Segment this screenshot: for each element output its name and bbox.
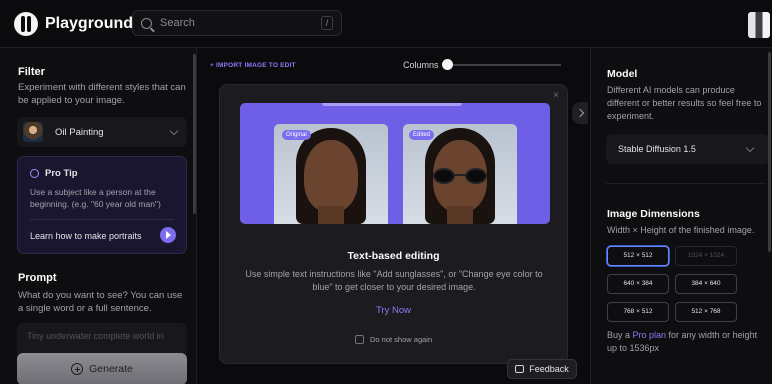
search-input[interactable]: Search / <box>132 10 342 36</box>
pro-tip-title: Pro Tip <box>45 168 78 179</box>
edited-badge: Edited <box>409 130 435 140</box>
buy-pro-text: Buy a Pro plan for any width or height u… <box>607 329 767 355</box>
pro-tip-text: Use a subject like a person at the begin… <box>30 187 161 209</box>
filter-select[interactable]: Oil Painting <box>17 117 187 147</box>
app-name: Playground <box>45 15 134 32</box>
lens-left <box>433 168 455 184</box>
lightbulb-icon <box>30 169 39 178</box>
dimensions-title: Image Dimensions <box>607 208 700 220</box>
try-now-button[interactable]: Try Now <box>220 305 567 316</box>
dimension-option-512x768[interactable]: 512 × 768 <box>675 302 737 322</box>
pro-tip-card: Pro Tip Use a subject like a person at t… <box>17 156 187 254</box>
search-shortcut-key: / <box>321 16 333 30</box>
dimension-option-384x640[interactable]: 384 × 640 <box>675 274 737 294</box>
edited-photo: Edited <box>403 124 517 224</box>
avatar[interactable] <box>748 12 770 38</box>
plus-circle-icon <box>71 363 84 375</box>
import-image-link[interactable]: + IMPORT IMAGE TO EDIT <box>210 62 296 69</box>
columns-label: Columns <box>403 60 439 70</box>
prompt-description: What do you want to see? You can use a s… <box>18 290 183 314</box>
pro-plan-link[interactable]: Pro plan <box>633 330 667 340</box>
text-editing-modal: × Original Edited Text-based editing Use… <box>219 84 568 364</box>
columns-slider-handle[interactable] <box>442 59 453 70</box>
divider <box>606 183 766 184</box>
filter-title: Filter <box>18 66 45 78</box>
prompt-input[interactable]: Tiny underwater complete world in <box>17 323 187 357</box>
lens-right <box>465 168 487 184</box>
feedback-button[interactable]: Feedback <box>507 359 577 379</box>
arrow-circle-icon[interactable] <box>160 227 176 243</box>
filter-selected: Oil Painting <box>55 126 104 138</box>
collapse-panel-button[interactable] <box>572 102 588 124</box>
modal-title: Text-based editing <box>347 250 440 262</box>
model-description: Different AI models can produce differen… <box>607 85 762 121</box>
original-badge: Original <box>282 130 311 140</box>
face-shape <box>304 140 358 212</box>
model-selected: Stable Diffusion 1.5 <box>618 144 696 154</box>
right-sidebar: Model Different AI models can produce di… <box>590 48 772 384</box>
prompt-title: Prompt <box>18 272 57 284</box>
sunglasses-icon <box>433 168 489 184</box>
dont-show-checkbox[interactable] <box>355 335 364 344</box>
generate-label: Generate <box>89 363 133 375</box>
search-icon <box>141 17 152 29</box>
generate-button[interactable]: Generate <box>17 353 187 384</box>
dimension-option-1024x1024[interactable]: 1024 × 1024 <box>675 246 737 266</box>
learn-portraits-link[interactable]: Learn how to make portraits <box>30 231 142 241</box>
top-bar: Playground Search / <box>0 0 772 48</box>
dimensions-description: Width × Height of the finished image. <box>607 225 755 235</box>
feedback-label: Feedback <box>529 364 569 374</box>
dont-show-again[interactable]: Do not show again <box>355 335 432 344</box>
model-select[interactable]: Stable Diffusion 1.5 <box>606 134 769 164</box>
left-scrollbar[interactable] <box>193 54 196 214</box>
divider <box>30 219 174 220</box>
original-photo: Original <box>274 124 388 224</box>
dont-show-label: Do not show again <box>370 335 433 344</box>
left-sidebar: Filter Experiment with different styles … <box>0 48 197 384</box>
filter-description: Experiment with different styles that ca… <box>18 82 186 106</box>
dimension-option-768x512[interactable]: 768 × 512 <box>607 302 669 322</box>
search-placeholder: Search <box>160 17 195 29</box>
playground-logo-icon <box>14 12 38 36</box>
chat-icon <box>515 365 525 373</box>
dimension-option-512x512[interactable]: 512 × 512 <box>607 246 669 266</box>
right-scrollbar[interactable] <box>768 52 771 252</box>
neck-shape <box>447 206 473 224</box>
logo[interactable]: Playground <box>14 12 133 36</box>
model-title: Model <box>607 68 638 80</box>
filter-thumbnail <box>23 122 43 142</box>
dimension-option-640x384[interactable]: 640 × 384 <box>607 274 669 294</box>
close-icon[interactable]: × <box>553 90 559 101</box>
hero-accent-bar <box>322 103 462 106</box>
buy-prefix: Buy a <box>607 330 633 340</box>
modal-text: Use simple text instructions like "Add s… <box>245 269 543 292</box>
chevron-down-icon <box>745 143 755 152</box>
chevron-down-icon <box>169 126 179 135</box>
neck-shape <box>318 206 344 224</box>
modal-hero-image: Original Edited <box>240 103 550 224</box>
columns-slider-track[interactable] <box>446 64 561 66</box>
